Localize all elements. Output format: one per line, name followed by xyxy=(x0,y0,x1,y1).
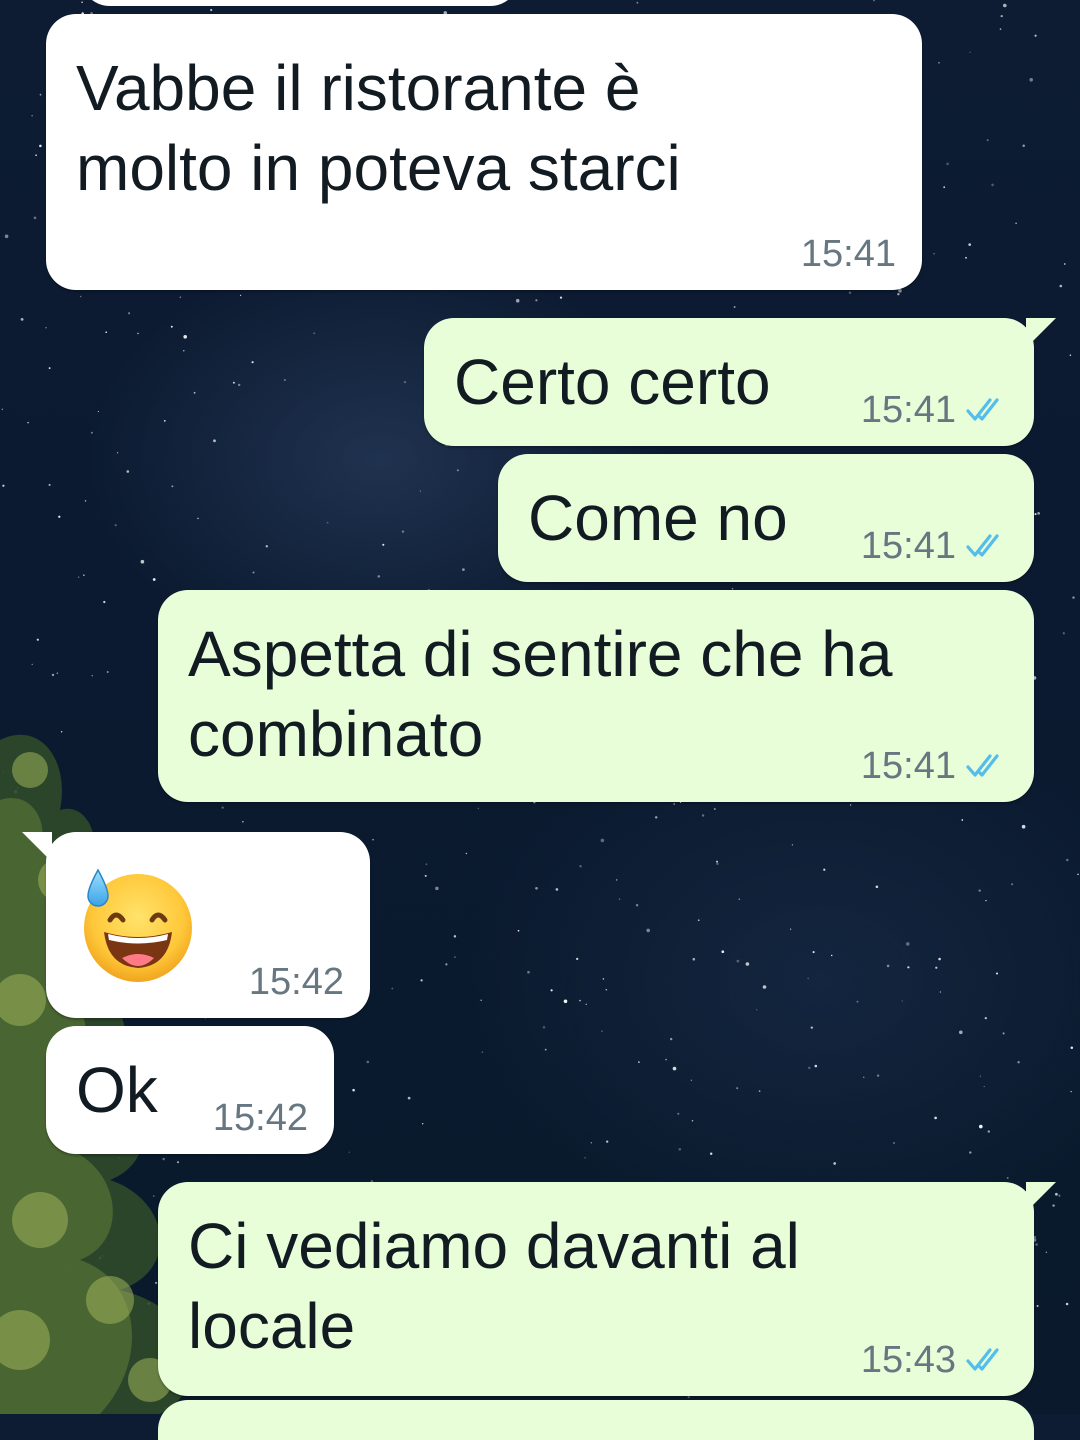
previous-message-bubble-edge xyxy=(80,0,520,6)
message-time: 15:42 xyxy=(212,1097,308,1139)
message-incoming[interactable]: Vabbe il ristorante è molto in poteva st… xyxy=(46,14,922,290)
message-time: 15:43 xyxy=(860,1339,956,1381)
message-text: Certo certo xyxy=(454,346,771,418)
double-check-icon xyxy=(966,534,999,557)
message-time: 15:41 xyxy=(860,745,956,787)
message-outgoing[interactable]: Ci vediamo davanti al locale 15:43 xyxy=(158,1182,1056,1396)
message-outgoing[interactable]: Certo certo 15:41 xyxy=(424,318,1056,446)
message-text: Ok xyxy=(76,1054,158,1126)
message-text: Aspetta di sentire che ha combinato xyxy=(188,618,893,770)
double-check-icon xyxy=(966,398,999,421)
double-check-icon xyxy=(966,1348,999,1371)
message-meta: 15:41 xyxy=(861,524,1008,568)
message-time: 15:41 xyxy=(800,233,896,275)
chat-conversation: Vabbe il ristorante è molto in poteva st… xyxy=(0,0,1080,1440)
message-time: 15:41 xyxy=(860,389,956,431)
message-text: Vabbe il ristorante è molto in poteva st… xyxy=(76,52,681,204)
message-text: Come no xyxy=(528,482,788,554)
message-time: 15:41 xyxy=(860,525,956,567)
message-time: 15:42 xyxy=(248,961,344,1003)
message-outgoing[interactable]: Aspetta di sentire che ha combinato 15:4… xyxy=(158,590,1034,802)
message-text: Ci vediamo davanti al locale xyxy=(188,1210,800,1362)
message-meta: 15:41 xyxy=(861,388,1008,432)
next-message-bubble-edge xyxy=(158,1400,1034,1440)
message-incoming[interactable]: Ok 15:42 xyxy=(46,1026,334,1154)
double-check-icon xyxy=(966,754,999,777)
message-meta: 15:43 xyxy=(861,1338,1008,1382)
message-outgoing[interactable]: Come no 15:41 xyxy=(498,454,1034,582)
grinning-face-with-sweat-icon xyxy=(84,868,192,982)
message-meta: 15:41 xyxy=(861,744,1008,788)
message-incoming-emoji[interactable]: 15:42 xyxy=(22,832,370,1018)
message-meta: 15:42 xyxy=(213,1096,308,1140)
message-meta: 15:41 xyxy=(801,232,896,276)
message-meta: 15:42 xyxy=(249,960,344,1004)
